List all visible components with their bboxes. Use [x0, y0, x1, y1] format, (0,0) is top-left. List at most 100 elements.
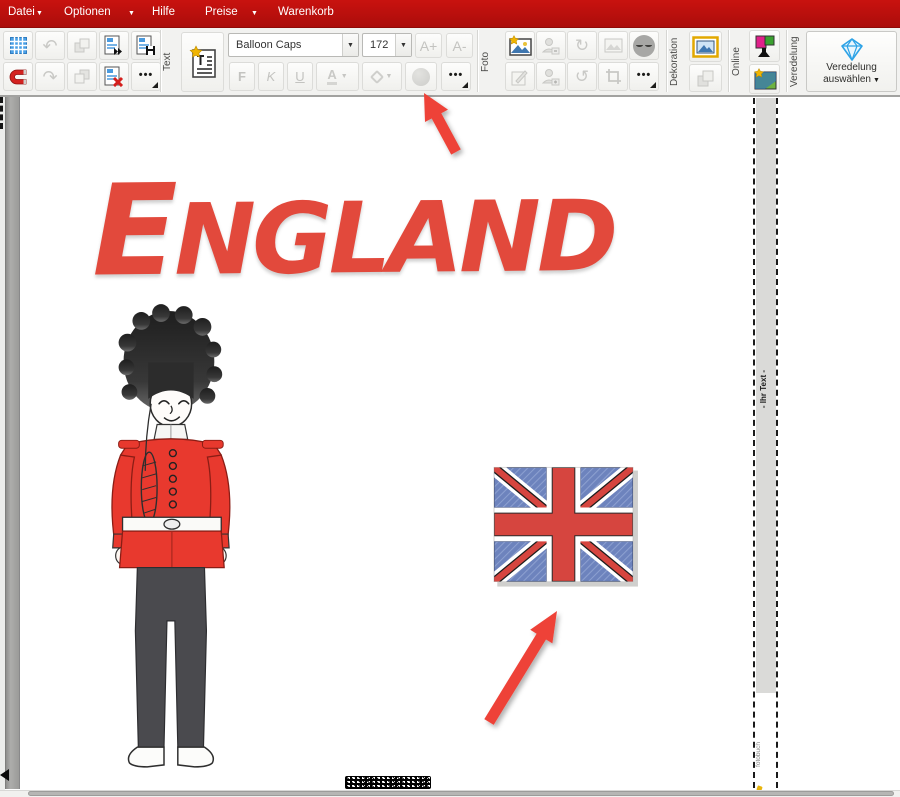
font-size-select[interactable]: 172 ▼	[362, 33, 412, 57]
menu-item-preise[interactable]: Preise	[205, 6, 238, 18]
menu-item-optionen[interactable]: Optionen	[64, 6, 111, 18]
toolbar-separator	[666, 30, 667, 92]
toolbar-separator	[160, 30, 161, 92]
dropdown-arrow-icon: ▼	[386, 73, 393, 80]
bold-button[interactable]: F	[229, 62, 255, 91]
online-map-button[interactable]	[749, 64, 780, 94]
rotate-cw-icon: ↻	[575, 37, 589, 54]
veredelung-group-label: Veredelung	[789, 31, 803, 93]
veredelung-button-line2: auswählen▼	[823, 74, 880, 87]
smiley-button[interactable]	[629, 31, 659, 60]
design-canvas[interactable]: England	[0, 97, 900, 797]
dropdown-arrow-icon[interactable]: ▼	[128, 10, 135, 17]
menu-item-hilfe[interactable]: Hilfe	[152, 6, 175, 18]
page-delete-button[interactable]	[99, 62, 129, 91]
more-icon: •••	[637, 69, 652, 81]
toolbar-separator	[477, 30, 478, 92]
font-size-value: 172	[363, 39, 395, 51]
dropdown-arrow-icon: ▼	[341, 73, 348, 80]
menu-item-datei[interactable]: Datei	[8, 6, 35, 18]
photo-edit-button[interactable]	[505, 62, 535, 91]
font-increase-button[interactable]: A+	[415, 33, 442, 58]
grid-toggle-button[interactable]	[3, 31, 33, 60]
undo-icon: ↶	[42, 37, 57, 55]
font-family-dropdown-button[interactable]: ▼	[342, 34, 358, 56]
magnet-snap-button[interactable]	[3, 62, 33, 91]
more-icon: •••	[449, 69, 464, 81]
more-icon: •••	[139, 69, 154, 81]
deko-group-label: Dekoration	[669, 31, 683, 93]
photo-rotate-cw-button[interactable]: ↻	[567, 31, 597, 60]
photo-rotate-ccw-button[interactable]: ↺	[567, 62, 597, 91]
main-toolbar: ↶	[0, 28, 900, 97]
deco-picture-button[interactable]	[689, 31, 722, 62]
photo-placeholder-button[interactable]	[598, 31, 628, 60]
foto-more-button[interactable]: •••	[629, 62, 659, 91]
framed-picture-icon	[692, 36, 719, 58]
vertical-scrollbar[interactable]	[5, 97, 20, 789]
dropdown-arrow-icon[interactable]: ▼	[251, 10, 258, 17]
dropdown-arrow-icon: ▼	[400, 42, 407, 49]
fill-color-button[interactable]: ▼	[362, 62, 402, 91]
undo-button[interactable]: ↶	[35, 31, 65, 60]
corner-expand-icon	[152, 82, 158, 88]
delete-page-icon	[104, 66, 124, 87]
send-backward-icon	[74, 69, 90, 84]
font-decrease-button[interactable]: A-	[446, 33, 473, 58]
italic-button[interactable]: K	[258, 62, 284, 91]
redo-icon: ↷	[42, 68, 57, 86]
online-photo-service-button[interactable]	[749, 30, 780, 62]
add-text-button[interactable]	[181, 32, 224, 92]
guard-trousers	[135, 568, 206, 748]
redo-button[interactable]: ↷	[35, 62, 65, 91]
text-group-label: Text	[162, 33, 176, 91]
font-increase-label: A+	[420, 38, 438, 54]
online-group-label: Online	[731, 33, 745, 91]
save-icon	[136, 35, 156, 56]
smiley-icon	[633, 35, 655, 57]
page-save-button[interactable]	[131, 31, 161, 60]
general-more-button[interactable]: •••	[131, 62, 161, 91]
font-size-dropdown-button[interactable]: ▼	[395, 34, 411, 56]
text-ellipse-button[interactable]	[405, 62, 437, 91]
menu-item-warenkorb[interactable]: Warenkorb	[278, 6, 334, 18]
deco-layers-button[interactable]	[689, 64, 722, 92]
font-family-value: Balloon Caps	[229, 39, 342, 51]
foto-group-label: Foto	[480, 33, 494, 91]
union-jack-flag[interactable]	[486, 458, 640, 594]
left-scroll-arrow-icon[interactable]	[0, 769, 9, 781]
dropdown-arrow-icon[interactable]: ▼	[36, 10, 43, 17]
corner-expand-icon	[650, 82, 656, 88]
dropdown-arrow-icon: ▼	[347, 42, 354, 49]
rotate-ccw-icon: ↺	[575, 68, 589, 85]
trim-mark-dashed-line	[0, 97, 3, 129]
add-person-icon	[542, 68, 560, 86]
spine-placeholder-text[interactable]: - Ihr Text -	[759, 370, 768, 408]
bring-forward-button[interactable]	[67, 31, 97, 60]
font-decrease-label: A-	[453, 38, 467, 54]
font-family-select[interactable]: Balloon Caps ▼	[228, 33, 359, 57]
font-color-button[interactable]: A ▼	[316, 62, 359, 91]
font-color-icon: A	[327, 68, 336, 85]
text-more-button[interactable]: •••	[441, 62, 471, 91]
add-photo-button[interactable]	[505, 31, 535, 60]
image-placeholder-icon	[604, 38, 623, 53]
send-backward-button[interactable]	[67, 62, 97, 91]
toolbar-separator	[728, 30, 729, 92]
canvas-title-text[interactable]: England	[91, 161, 652, 298]
grid-icon	[10, 37, 27, 54]
underline-label: U	[295, 69, 304, 84]
photo-remove-button[interactable]	[536, 31, 566, 60]
veredelung-select-button[interactable]: Veredelung auswählen▼	[806, 31, 897, 92]
guard-illustration[interactable]	[90, 304, 238, 770]
page-apply-button[interactable]	[99, 31, 129, 60]
crop-icon	[605, 68, 622, 85]
dropdown-arrow-icon: ▼	[873, 77, 880, 84]
photo-crop-button[interactable]	[598, 62, 628, 91]
menu-bar: Datei ▼ Optionen ▼ Hilfe Preise ▼ Warenk…	[0, 0, 900, 28]
circle-shape-icon	[412, 68, 430, 86]
diamond-icon	[837, 37, 867, 62]
underline-button[interactable]: U	[287, 62, 313, 91]
horizontal-scrollbar-thumb[interactable]	[28, 791, 894, 796]
photo-add-person-button[interactable]	[536, 62, 566, 91]
